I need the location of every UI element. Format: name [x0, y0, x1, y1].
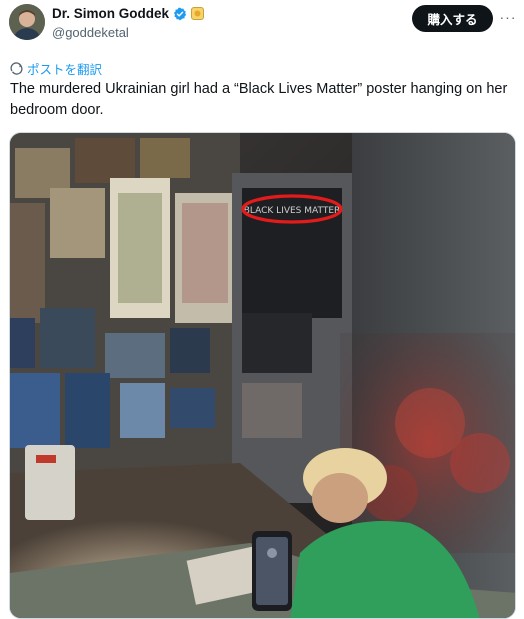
more-options-button[interactable]: ··· [498, 8, 518, 26]
translate-post-link[interactable]: ポストを翻訳 [10, 59, 102, 78]
post-text: The murdered Ukrainian girl had a “Black… [10, 81, 508, 118]
post-photo[interactable]: BLACK LIVES MATTER [9, 132, 516, 619]
post-card: Dr. Simon Goddek @goddeketal 購入する ··· ポス… [0, 0, 524, 619]
avatar-image [9, 4, 45, 40]
subscribe-button[interactable]: 購入する [412, 5, 493, 32]
translate-label: ポストを翻訳 [27, 63, 103, 77]
author-avatar[interactable] [9, 4, 45, 40]
author-name-row: Dr. Simon Goddek [52, 6, 205, 21]
translate-icon [10, 62, 23, 75]
author-display-name[interactable]: Dr. Simon Goddek [52, 6, 169, 21]
gold-affiliate-badge-icon[interactable] [191, 7, 205, 20]
more-icon: ··· [499, 9, 517, 25]
author-handle[interactable]: @goddeketal [52, 25, 129, 40]
bedroom-photo: BLACK LIVES MATTER [10, 133, 515, 618]
verified-badge-icon[interactable] [173, 7, 187, 21]
poster-text: BLACK LIVES MATTER [244, 206, 341, 216]
